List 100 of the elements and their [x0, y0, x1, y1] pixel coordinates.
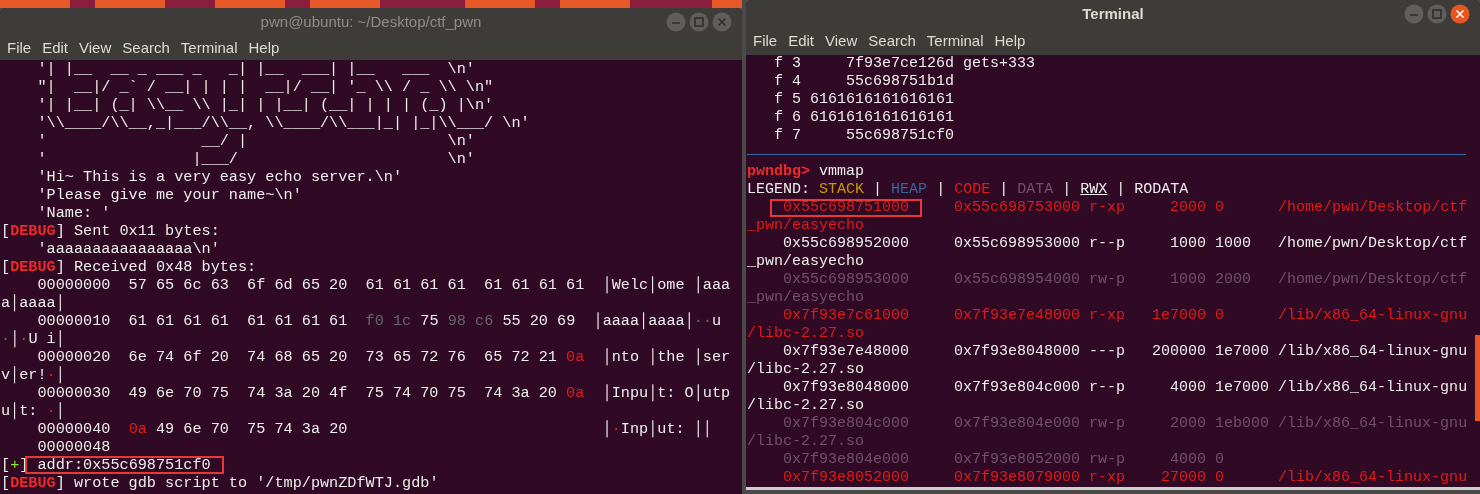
terminal-text: 'Please give me your name~\n' — [37, 186, 302, 204]
minimize-icon[interactable] — [1404, 4, 1424, 24]
terminal-text: '| |__| (_| \\__ \\ |_| | |__| (__| | | | (_) |\n' — [37, 96, 494, 114]
window-title: pwn@ubuntu: ~/Desktop/ctf_pwn — [260, 12, 482, 33]
terminal-text: U i│ — [28, 330, 65, 348]
terminal-text: DEBUG — [10, 222, 56, 240]
terminal-text: "| __|/ _` / __| | | | __|/ __| '_ \\ / _ \\ \n" — [37, 78, 494, 96]
terminal-text: [ — [1, 258, 11, 276]
terminal-text: 0a — [566, 384, 585, 402]
terminal-text: u│t: — [1, 402, 38, 420]
terminal-text: 98 — [447, 312, 466, 330]
terminal-text: /libc-2.27.so — [747, 397, 865, 414]
terminal-text: 0x55c698751000 — [783, 199, 910, 216]
terminal-text: c6 — [475, 312, 494, 330]
terminal-text: f 7 55c698751cf0 — [774, 127, 955, 144]
terminal-text: ' __/ | \n' — [37, 132, 475, 150]
terminal-text: | RODATA — [1116, 181, 1189, 198]
terminal-text: DEBUG — [10, 258, 56, 276]
menu-item[interactable]: File — [2, 37, 37, 60]
menu-item[interactable]: View — [74, 37, 117, 60]
terminal-text: ] Sent 0x11 bytes: — [55, 222, 220, 240]
terminal-text: HEAP — [891, 181, 928, 198]
close-icon[interactable] — [1450, 4, 1470, 24]
terminal-text: 00000048 — [37, 438, 111, 456]
menu-item[interactable]: Help — [243, 37, 285, 60]
terminal-text: 00000010 61 61 61 61 61 61 61 61 — [37, 312, 348, 330]
terminal-text: │Inpu│t: O│utp — [602, 384, 731, 402]
maximize-icon[interactable] — [689, 12, 709, 32]
terminal-text: │nto │the │ser — [602, 348, 731, 366]
terminal-text: f 5 6161616161616161 — [774, 91, 955, 108]
menu-item[interactable]: Search — [863, 30, 921, 53]
terminal-text: f 4 55c698751b1d — [774, 73, 955, 90]
window-title: Terminal — [1082, 3, 1144, 24]
terminal-text: ' |___/ \n' — [37, 150, 475, 168]
menu-item[interactable]: Edit — [783, 30, 820, 53]
scrollbar-thumb[interactable] — [1475, 335, 1480, 421]
terminal-text: v│er! — [1, 366, 47, 384]
terminal-text: '| |__ __ _ ___ _ _| |__ ___| |__ ___ \n' — [37, 60, 475, 78]
terminal-text: + — [10, 456, 20, 474]
terminal-text: 00000000 57 65 6c 63 6f 6d 65 20 61 61 61 61 61 61 61 61 │Welc│ome │aaa — [37, 276, 731, 294]
terminal-text: ] wrote gdb script to '/tmp/pwnZDfWTJ.gdb' — [55, 474, 439, 492]
terminal-text: 0x7f93e804e000 0x7f93e8052000 rw-p 4000 0 — [783, 451, 1225, 468]
terminal-text: │ — [55, 402, 65, 420]
minimize-icon[interactable] — [666, 12, 686, 32]
terminal-text: 0x55c698753000 r-xp 2000 0 /home/pwn/Desktop/ctf — [954, 199, 1468, 216]
menu-item[interactable]: File — [748, 30, 783, 53]
terminal-text: 00000020 6e 74 6f 20 74 68 65 20 73 65 72 76 65 72 21 — [37, 348, 557, 366]
terminal-text: f 6 6161616161616161 — [774, 109, 955, 126]
terminal-text: 49 6e 70 75 74 3a 20 │ — [156, 420, 612, 438]
terminal-text: _pwn/easyecho — [747, 217, 865, 234]
terminal-text: ] — [19, 456, 29, 474]
terminal-text: 0a — [128, 420, 147, 438]
terminal-text: · — [46, 366, 56, 384]
terminal-text: pwndbg> — [747, 163, 810, 180]
terminal-text: · — [46, 402, 56, 420]
terminal-text: DATA — [1017, 181, 1054, 198]
terminal-text: CODE — [954, 181, 991, 198]
terminal-text: '\\____/\\__,_|___/\\__, \\____/\\___|_| |_|\\___/ \n' — [37, 114, 530, 132]
terminal-text: | — [1062, 181, 1072, 198]
terminal-text: · — [19, 330, 29, 348]
terminal-text: u — [712, 312, 722, 330]
terminal-text: 0a — [566, 348, 585, 366]
terminal-text: LEGEND: — [747, 181, 810, 198]
terminal-text: a│aaaa│ — [1, 294, 65, 312]
terminal-text: /libc-2.27.so — [747, 361, 865, 378]
terminal-text: 0x55c698952000 0x55c698953000 r--p 1000 1000 /home/pwn/Desktop/ctf — [783, 235, 1468, 252]
terminal-text: 0x7f93e8048000 0x7f93e804c000 r--p 4000 1e7000 /lib/x86_64-linux-gnu — [783, 379, 1468, 396]
terminal-text: 'Hi~ This is a very easy echo server.\n' — [37, 168, 403, 186]
terminal-text: DEBUG — [10, 474, 56, 492]
menu-item[interactable]: Search — [117, 37, 175, 60]
terminal-text: addr:0x55c698751cf0 — [37, 456, 211, 474]
menu-item[interactable]: Terminal — [921, 30, 989, 53]
terminal-text: 0x7f93e7e48000 0x7f93e8048000 ---p 200000 1e7000 /lib/x86_64-linux-gnu — [783, 343, 1468, 360]
terminal-text: Inp│ut: ││ — [620, 420, 712, 438]
menu-item[interactable]: Help — [989, 30, 1031, 53]
terminal-text: 0x55c698953000 0x55c698954000 rw-p 1000 2000 /home/pwn/Desktop/ctf — [783, 271, 1468, 288]
terminal-text: | — [999, 181, 1009, 198]
terminal-text: f0 1c — [365, 312, 412, 330]
terminal-text: _pwn/easyecho — [747, 253, 865, 270]
menu-item[interactable]: View — [820, 30, 863, 53]
terminal-text: │ — [55, 366, 65, 384]
menu-item[interactable]: Edit — [37, 37, 74, 60]
menu-item[interactable]: Terminal — [175, 37, 243, 60]
terminal-text: 'Name: ' — [37, 204, 111, 222]
terminal-text: 75 — [420, 312, 439, 330]
terminal-text: [ — [1, 456, 11, 474]
terminal-text: ·· — [693, 312, 712, 330]
terminal-text: | — [936, 181, 946, 198]
terminal-text: · — [611, 420, 621, 438]
terminal-text: 55 20 69 │aaaa│aaaa│ — [502, 312, 694, 330]
terminal-text: 0x7f93e7c61000 0x7f93e7e48000 r-xp 1e7000 0 /lib/x86_64-linux-gnu — [783, 307, 1468, 324]
terminal-text: 0x7f93e804c000 0x7f93e804e000 rw-p 2000 1eb000 /lib/x86_64-linux-gnu — [783, 415, 1468, 432]
terminal-text: ] Received 0x48 bytes: — [55, 258, 257, 276]
terminal-text: [ — [1, 222, 11, 240]
terminal-text: 00000030 49 6e 70 75 74 3a 20 4f 75 74 70 75 74 3a 20 — [37, 384, 557, 402]
terminal-text: [ — [1, 474, 11, 492]
terminal-text: · — [1, 330, 11, 348]
terminal-text: RWX — [1080, 181, 1108, 198]
terminal-text: │ — [10, 330, 20, 348]
terminal-text: _pwn/easyecho — [747, 289, 865, 306]
